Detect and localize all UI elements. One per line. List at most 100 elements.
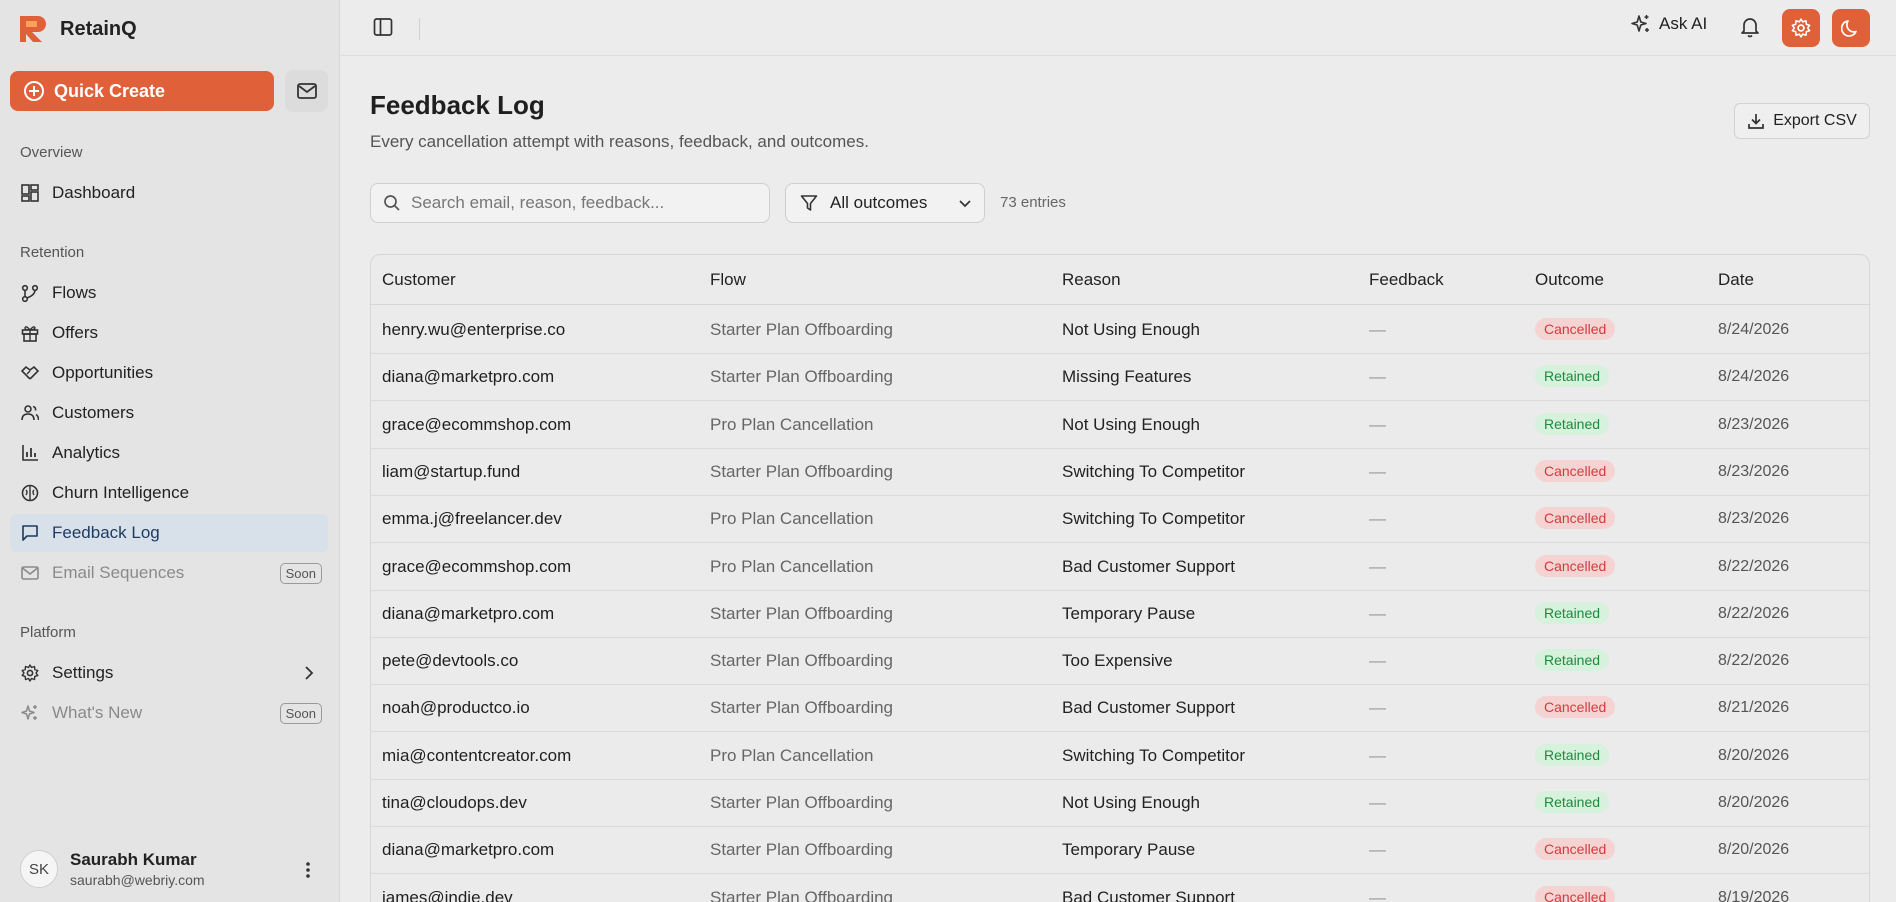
settings-button[interactable] [1782,9,1820,47]
outcome-badge: Cancelled [1535,554,1616,577]
reason-cell: Switching To Competitor [1062,745,1245,765]
table-row[interactable]: henry.wu@enterprise.co Starter Plan Offbo… [371,306,1869,354]
date-cell: 8/22/2026 [1718,557,1790,575]
date-cell: 8/23/2026 [1718,510,1790,528]
column-header-customer[interactable]: Customer [382,270,456,290]
outcome-cell: Cancelled [1535,318,1616,340]
customer-email-cell: pete@devtools.co [382,651,519,671]
search-box[interactable] [370,183,770,223]
table-row[interactable]: mia@contentcreator.com Pro Plan Cancellat… [371,732,1869,780]
date-cell: 8/20/2026 [1718,794,1790,811]
quick-create-button[interactable]: Quick Create [10,71,274,111]
more-vertical-icon[interactable] [302,860,314,880]
column-header-flow[interactable]: Flow [710,270,746,290]
sidebar-item-analytics[interactable]: Analytics [10,434,328,472]
table-row[interactable]: grace@ecommshop.com Pro Plan Cancellation… [371,543,1869,591]
column-header-date[interactable]: Date [1718,270,1754,290]
feedback-cell: — [1369,414,1386,434]
outcome-badge: Cancelled [1535,459,1616,482]
git-branch-icon [20,283,40,303]
sidebar-item-offers[interactable]: Offers [10,314,328,352]
sidebar-item-label: Dashboard [52,183,136,202]
date-cell: 8/23/2026 [1718,415,1790,433]
soon-badge: Soon [279,563,322,584]
sidebar-item-whats-new[interactable]: What's New Soon [10,694,328,732]
reason-cell: Not Using Enough [1062,793,1200,812]
sidebar-toggle-icon[interactable] [373,17,393,37]
table-row[interactable]: emma.j@freelancer.dev Pro Plan Cancellati… [371,495,1869,544]
sidebar-item-label: Analytics [52,443,121,462]
flow-cell: Starter Plan Offboarding [710,461,894,481]
outcome-cell: Cancelled [1535,696,1616,719]
reason-cell: Missing Features [1062,367,1192,387]
table-row[interactable]: james@indie.dev Starter Plan Offboarding B… [371,874,1869,902]
feedback-cell: — [1369,698,1386,718]
customer-email-cell: diana@marketpro.com [382,840,555,860]
table-row[interactable]: liam@startup.fund Starter Plan Offboardin… [371,448,1869,496]
table-row[interactable]: diana@marketpro.com Starter Plan Offboard… [371,590,1869,638]
topbar: Ask AI [341,0,1896,56]
mail-icon [20,563,40,583]
outcome-filter-select[interactable]: All outcomes [785,183,985,223]
ask-ai-button[interactable]: Ask AI [1631,14,1707,34]
outcome-badge: Cancelled [1535,885,1616,902]
flow-cell: Starter Plan Offboarding [710,887,894,902]
theme-toggle-button[interactable] [1832,9,1870,47]
customer-email-cell: grace@ecommshop.com [382,414,572,434]
column-header-reason[interactable]: Reason [1062,270,1121,290]
outcome-badge: Retained [1535,365,1610,388]
feedback-table: Customer Flow Reason Feedback Outcome Da… [370,254,1870,902]
outcome-cell: Retained [1535,412,1610,435]
avatar: SK [20,850,58,888]
user-profile[interactable]: SK Saurabh Kumar saurabh@webriy.com [20,850,205,888]
flow-cell: Starter Plan Offboarding [710,603,894,623]
table-row[interactable]: pete@devtools.co Starter Plan Offboarding… [371,637,1869,686]
reason-cell: Switching To Competitor [1062,509,1245,529]
sidebar-item-opportunities[interactable]: Opportunities [10,354,328,392]
feedback-cell: — [1369,509,1386,529]
sidebar-item-churn-intelligence[interactable]: Churn Intelligence [10,474,328,512]
sidebar-item-dashboard[interactable]: Dashboard [10,174,328,212]
sidebar-item-feedback-log[interactable]: Feedback Log [10,514,328,552]
sidebar-item-flows[interactable]: Flows [10,274,328,312]
sidebar-item-settings[interactable]: Settings [10,654,328,692]
table-row[interactable]: grace@ecommshop.com Pro Plan Cancellation… [371,401,1869,449]
page-subtitle: Every cancellation attempt with reasons,… [370,132,869,151]
table-row[interactable]: tina@cloudops.dev Starter Plan Offboardin… [371,779,1869,827]
customer-email-cell: diana@marketpro.com [382,367,555,387]
filter-label: All outcomes [830,193,928,212]
column-header-feedback[interactable]: Feedback [1369,270,1444,290]
inbox-button[interactable] [285,70,328,112]
ask-ai-label: Ask AI [1659,14,1708,33]
reason-cell: Temporary Pause [1062,603,1196,623]
search-icon [384,195,400,211]
outcome-cell: Cancelled [1535,838,1616,861]
column-header-outcome[interactable]: Outcome [1535,270,1604,290]
export-csv-button[interactable]: Export CSV [1734,103,1870,139]
export-csv-label: Export CSV [1773,112,1857,129]
outcome-cell: Retained [1535,365,1610,388]
quick-create-label: Quick Create [54,80,166,101]
sidebar-item-label: Customers [52,403,135,422]
soon-badge: Soon [279,703,322,724]
sidebar-item-label: Churn Intelligence [52,483,190,502]
sidebar-item-customers[interactable]: Customers [10,394,328,432]
outcome-badge: Retained [1535,412,1610,435]
outcome-badge: Retained [1535,791,1610,813]
table-row[interactable]: noah@productco.io Starter Plan Offboardin… [371,684,1869,733]
outcome-badge: Cancelled [1535,507,1616,530]
table-row[interactable]: diana@marketpro.com Starter Plan Offboard… [371,353,1869,402]
sidebar-item-email-sequences[interactable]: Email Sequences Soon [10,554,328,592]
table-row[interactable]: diana@marketpro.com Starter Plan Offboard… [371,826,1869,875]
bell-icon[interactable] [1740,16,1760,38]
entries-count: 73 entries [1000,194,1066,211]
customer-email-cell: tina@cloudops.dev [382,793,527,812]
section-retention: Retention [20,244,85,261]
outcome-badge: Retained [1535,649,1610,672]
outcome-badge: Cancelled [1535,696,1616,719]
sparkles-icon [20,703,40,723]
brand[interactable]: RetainQ [18,14,137,44]
feedback-cell: — [1369,745,1386,765]
date-cell: 8/21/2026 [1718,699,1790,717]
search-input[interactable] [411,193,751,213]
